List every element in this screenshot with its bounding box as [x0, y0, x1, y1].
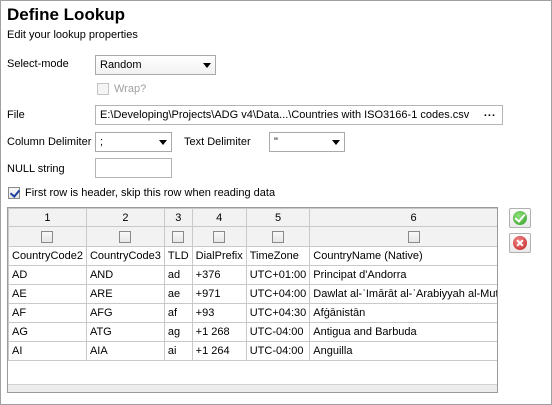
table-cell: ATG — [85, 322, 165, 342]
select-mode-dropdown[interactable]: Random — [95, 55, 216, 75]
column-select-checkbox[interactable] — [172, 230, 185, 243]
file-path-field[interactable]: E:\Developing\Projects\ADG v4\Data...\Co… — [95, 105, 503, 125]
column-number: 1 — [8, 208, 87, 227]
table-cell: Dawlat al-ʾImārāt al-ʿArabiyyah al-Mutta… — [309, 284, 497, 304]
table-row[interactable]: AI AIA ai +1 264 UTC-04:00 Anguilla — [8, 341, 497, 361]
text-delimiter-label: Text Delimiter — [184, 136, 251, 148]
table-cell: AI — [8, 341, 87, 361]
column-header[interactable]: DialPrefix — [191, 246, 247, 266]
table-cell: AND — [85, 265, 165, 285]
text-delimiter-dropdown[interactable]: " — [269, 132, 345, 152]
column-number-row: 1 2 3 4 5 6 — [8, 208, 497, 227]
column-number: 4 — [191, 208, 247, 227]
table-cell: ARE — [85, 284, 165, 304]
column-header[interactable]: CountryName (Native) — [309, 246, 497, 266]
column-select-checkbox[interactable] — [41, 230, 54, 243]
select-mode-value: Random — [100, 59, 142, 71]
column-header-row: CountryCode2 CountryCode3 TLD DialPrefix… — [8, 246, 497, 266]
data-table: 1 2 3 4 5 6 CountryCode2 CountryCode3 TL… — [8, 208, 497, 361]
file-path-value: E:\Developing\Projects\ADG v4\Data...\Co… — [100, 109, 470, 121]
table-cell: AFG — [85, 303, 165, 323]
column-header[interactable]: TimeZone — [245, 246, 311, 266]
column-delimiter-value: ; — [100, 136, 104, 148]
column-number: 3 — [163, 208, 193, 227]
table-row[interactable]: AE ARE ae +971 UTC+04:00 Dawlat al-ʾImār… — [8, 284, 497, 304]
column-header[interactable]: CountryCode2 — [8, 246, 87, 266]
table-cell: ag — [163, 322, 193, 342]
table-row[interactable]: AD AND ad +376 UTC+01:00 Principat d'And… — [8, 265, 497, 285]
table-cell: +971 — [191, 284, 247, 304]
table-cell: ai — [163, 341, 193, 361]
wrap-label: Wrap? — [114, 83, 147, 95]
column-number: 2 — [85, 208, 165, 227]
table-cell: Principat d'Andorra — [309, 265, 497, 285]
table-cell: ad — [163, 265, 193, 285]
column-delimiter-dropdown[interactable]: ; — [95, 132, 172, 152]
table-cell: af — [163, 303, 193, 323]
column-select-checkbox[interactable] — [213, 230, 226, 243]
file-label: File — [7, 109, 25, 121]
table-cell: UTC+04:00 — [245, 284, 311, 304]
table-cell: UTC-04:00 — [245, 341, 311, 361]
column-select-row — [8, 226, 497, 247]
table-cell: +376 — [191, 265, 247, 285]
column-select-checkbox[interactable] — [407, 230, 420, 243]
table-cell: +1 264 — [191, 341, 247, 361]
table-cell: UTC+04:30 — [245, 303, 311, 323]
dialog-title: Define Lookup — [7, 5, 126, 24]
first-row-header-checkbox[interactable] — [8, 187, 20, 199]
cancel-button[interactable] — [509, 233, 531, 253]
table-cell: UTC-04:00 — [245, 322, 311, 342]
table-cell: Afġānistān — [309, 303, 497, 323]
table-cell: AIA — [85, 341, 165, 361]
table-cell: +93 — [191, 303, 247, 323]
null-string-label: NULL string — [7, 163, 65, 175]
table-cell: Antigua and Barbuda — [309, 322, 497, 342]
null-string-input[interactable] — [95, 158, 172, 178]
table-cell: AG — [8, 322, 87, 342]
column-select-checkbox[interactable] — [272, 230, 285, 243]
table-cell: UTC+01:00 — [245, 265, 311, 285]
table-cell: ae — [163, 284, 193, 304]
column-header[interactable]: TLD — [163, 246, 193, 266]
browse-button[interactable]: ... — [484, 107, 496, 119]
first-row-header-label: First row is header, skip this row when … — [25, 187, 276, 199]
chevron-down-icon — [159, 140, 167, 145]
ok-button[interactable] — [509, 208, 531, 228]
column-number: 6 — [309, 208, 497, 227]
chevron-down-icon — [332, 140, 340, 145]
table-row[interactable]: AF AFG af +93 UTC+04:30 Afġānistān — [8, 303, 497, 323]
table-row[interactable]: AG ATG ag +1 268 UTC-04:00 Antigua and B… — [8, 322, 497, 342]
text-delimiter-value: " — [274, 136, 278, 148]
wrap-checkbox[interactable] — [97, 83, 109, 95]
table-cell: AE — [8, 284, 87, 304]
dialog-subtitle: Edit your lookup properties — [7, 29, 138, 41]
column-delimiter-label: Column Delimiter — [7, 136, 92, 148]
close-icon — [513, 236, 527, 250]
horizontal-scrollbar[interactable] — [8, 384, 497, 392]
table-cell: +1 268 — [191, 322, 247, 342]
chevron-down-icon — [203, 63, 211, 68]
data-grid[interactable]: 1 2 3 4 5 6 CountryCode2 CountryCode3 TL… — [7, 207, 498, 393]
table-cell: AF — [8, 303, 87, 323]
column-number: 5 — [245, 208, 311, 227]
table-cell: AD — [8, 265, 87, 285]
column-header[interactable]: CountryCode3 — [85, 246, 165, 266]
table-cell: Anguilla — [309, 341, 497, 361]
select-mode-label: Select-mode — [7, 58, 69, 70]
column-select-checkbox[interactable] — [119, 230, 132, 243]
dialog-window: Define Lookup Edit your lookup propertie… — [0, 0, 552, 405]
check-icon — [513, 211, 527, 225]
